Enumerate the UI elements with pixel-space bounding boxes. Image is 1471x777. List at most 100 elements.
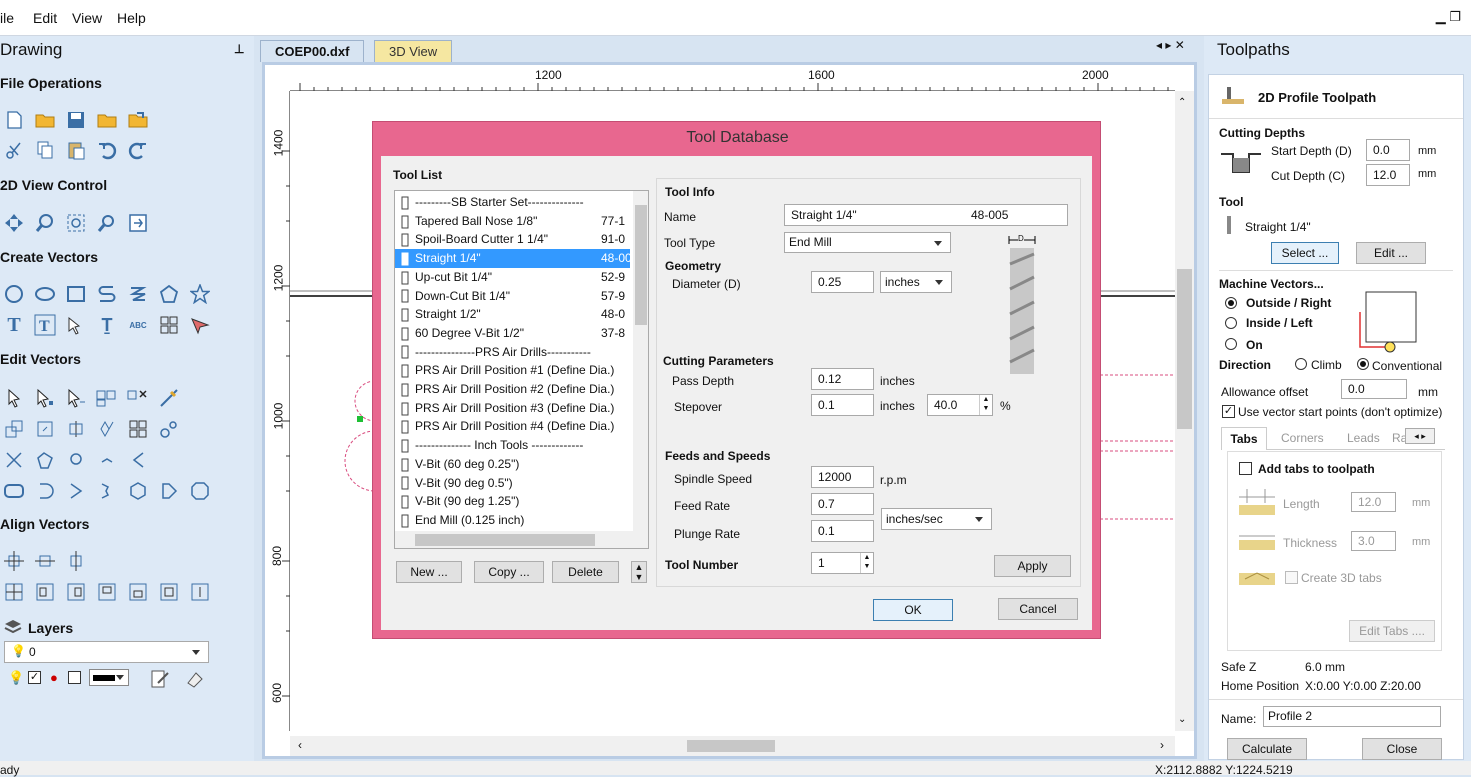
lightbulb-icon[interactable]: 💡	[8, 670, 24, 686]
allowance-input[interactable]: 0.0	[1341, 379, 1407, 399]
tab-corners[interactable]: Corners	[1281, 431, 1324, 445]
octagon-icon[interactable]	[188, 479, 212, 503]
scrollbar-thumb[interactable]	[635, 205, 647, 325]
tool-list-item[interactable]: Straight 1/2" 48-0	[395, 305, 630, 324]
create-3d-tabs-checkbox[interactable]	[1285, 571, 1298, 584]
tool-list-item[interactable]: V-Bit (90 deg 0.5")	[395, 474, 630, 493]
edit-tool-button[interactable]: Edit ...	[1356, 242, 1426, 264]
select-icon[interactable]	[2, 386, 26, 410]
open-folder-icon[interactable]	[33, 108, 57, 132]
ungroup-icon[interactable]	[126, 386, 150, 410]
tool-list-item[interactable]: PRS Air Drill Position #2 (Define Dia.)	[395, 380, 630, 399]
pan-icon[interactable]	[2, 211, 26, 235]
tool-list-scrollbar[interactable]	[633, 191, 648, 531]
minimize-icon[interactable]: ▁	[1436, 9, 1446, 24]
redo-icon[interactable]	[126, 138, 150, 162]
calculate-button[interactable]: Calculate	[1227, 738, 1307, 760]
tab-scroll-icon[interactable]: ◂ ▸	[1405, 428, 1435, 444]
mirror-icon[interactable]	[64, 417, 88, 441]
hexagon-icon[interactable]	[126, 479, 150, 503]
space-vertical-icon[interactable]	[188, 580, 212, 604]
align-horizontal-icon[interactable]	[33, 549, 57, 573]
menu-file[interactable]: ile	[0, 10, 14, 26]
layer-properties-icon[interactable]	[150, 669, 170, 689]
text-icon[interactable]: T	[2, 313, 26, 337]
rate-units-select[interactable]: inches/sec	[881, 508, 992, 530]
join-icon[interactable]	[95, 448, 119, 472]
scale-icon[interactable]	[2, 417, 26, 441]
lock-icon[interactable]: ●	[50, 670, 58, 685]
weld-icon[interactable]	[33, 448, 57, 472]
tab-3d-view[interactable]: 3D View	[374, 40, 453, 62]
cancel-button[interactable]: Cancel	[998, 598, 1078, 620]
edit-tabs-button[interactable]: Edit Tabs ....	[1349, 620, 1435, 642]
conventional-radio[interactable]	[1357, 358, 1369, 370]
import-folder-icon[interactable]	[95, 108, 119, 132]
tab-leads[interactable]: Leads	[1347, 431, 1380, 445]
window-controls[interactable]: ▁ ❐	[1436, 9, 1461, 25]
star-icon[interactable]	[188, 282, 212, 306]
grid-array-icon[interactable]	[157, 313, 181, 337]
move-tool-stepper[interactable]: ▲ ▼	[631, 561, 647, 583]
plunge-rate-input[interactable]: 0.1	[811, 520, 874, 542]
stepover-percent-input[interactable]: 40.0 ▲ ▼	[927, 394, 993, 416]
inside-radio[interactable]	[1225, 317, 1237, 329]
menu-view[interactable]: View	[72, 10, 102, 26]
align-vertical-icon[interactable]	[64, 549, 88, 573]
distort-icon[interactable]	[95, 417, 119, 441]
units-select[interactable]: inches	[880, 271, 952, 293]
diameter-input[interactable]: 0.25	[811, 271, 874, 293]
space-horizontal-icon[interactable]	[157, 580, 181, 604]
extend-icon[interactable]	[95, 479, 119, 503]
dogbone-icon[interactable]	[157, 479, 181, 503]
thickness-input[interactable]: 3.0	[1351, 531, 1396, 551]
measure-icon[interactable]	[157, 386, 181, 410]
close-vector-icon[interactable]	[126, 448, 150, 472]
array-copy-icon[interactable]	[126, 417, 150, 441]
align-left-icon[interactable]	[33, 580, 57, 604]
pin-icon[interactable]: ⊥	[234, 42, 244, 56]
zoom-window-icon[interactable]	[95, 211, 119, 235]
undo-icon[interactable]	[95, 138, 119, 162]
tool-list-item[interactable]: Spoil-Board Cutter 1 1/4" 91-0	[395, 230, 630, 249]
tab-nav-controls[interactable]: ◂ ▸ ✕	[1156, 38, 1185, 52]
scroll-left-icon[interactable]: ‹	[298, 738, 302, 752]
cut-depth-input[interactable]: 12.0	[1366, 164, 1410, 186]
new-file-icon[interactable]	[2, 108, 26, 132]
scroll-down-icon[interactable]: ⌄	[1178, 714, 1186, 725]
pass-depth-input[interactable]: 0.12	[811, 368, 874, 390]
tab-tabs[interactable]: Tabs	[1221, 427, 1267, 450]
outside-radio[interactable]	[1225, 297, 1237, 309]
zoom-extents-icon[interactable]	[64, 211, 88, 235]
close-button[interactable]: Close	[1362, 738, 1442, 760]
group-icon[interactable]	[95, 386, 119, 410]
vertical-scrollbar[interactable]: ⌃ ⌄	[1175, 91, 1194, 731]
tool-list-item[interactable]: Tapered Ball Nose 1/8" 77-1	[395, 212, 630, 231]
nest-icon[interactable]	[157, 417, 181, 441]
polyline-icon[interactable]	[95, 282, 119, 306]
save-icon[interactable]	[64, 108, 88, 132]
stepover-input[interactable]: 0.1	[811, 394, 874, 416]
dimension-icon[interactable]	[188, 313, 212, 337]
percent-stepper[interactable]: ▲ ▼	[979, 395, 992, 415]
scroll-up-icon[interactable]: ⌃	[1178, 97, 1186, 108]
tool-list-item[interactable]: PRS Air Drill Position #4 (Define Dia.)	[395, 417, 630, 436]
fillet-icon[interactable]	[64, 448, 88, 472]
cut-icon[interactable]	[2, 138, 26, 162]
align-distribute-icon[interactable]	[2, 580, 26, 604]
scrollbar-thumb[interactable]	[415, 534, 595, 546]
tool-list-item[interactable]: V-Bit (90 deg 1.25")	[395, 492, 630, 511]
text-arc-icon[interactable]: Ṯ	[95, 313, 119, 337]
rotate-icon[interactable]	[33, 417, 57, 441]
layer-lock-checkbox[interactable]	[68, 671, 81, 684]
horizontal-scrollbar[interactable]: ‹ ›	[290, 736, 1175, 756]
export-folder-icon[interactable]	[126, 108, 150, 132]
polygon-icon[interactable]	[157, 282, 181, 306]
scroll-right-icon[interactable]: ›	[1160, 738, 1164, 752]
length-input[interactable]: 12.0	[1351, 492, 1396, 512]
menu-help[interactable]: Help	[117, 10, 146, 26]
feed-rate-input[interactable]: 0.7	[811, 493, 874, 515]
curve-icon[interactable]	[126, 282, 150, 306]
tool-list-item[interactable]: -------------- Inch Tools -------------	[395, 436, 630, 455]
scrollbar-thumb[interactable]	[1177, 269, 1192, 429]
